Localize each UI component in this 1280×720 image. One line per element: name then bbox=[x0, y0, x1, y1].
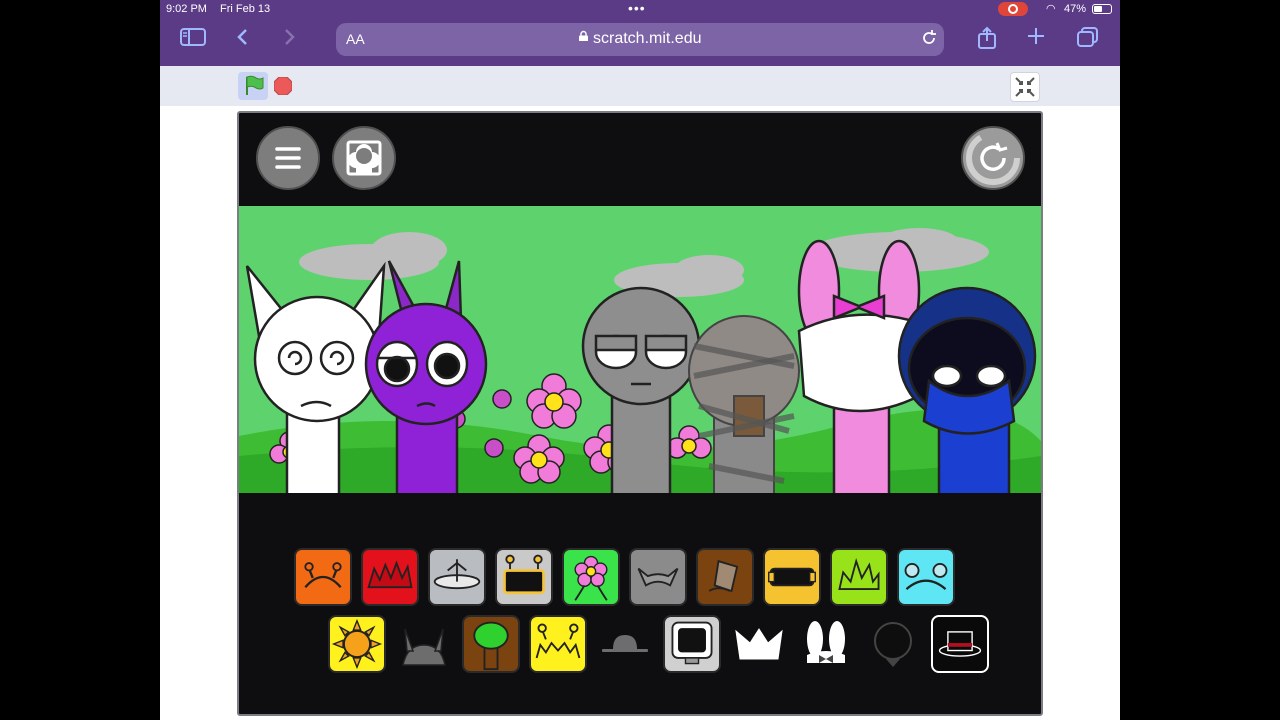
black-bomb-icon[interactable] bbox=[864, 615, 922, 673]
reload-icon[interactable] bbox=[920, 29, 938, 52]
portrait-icon bbox=[346, 140, 382, 176]
ipad-screen: 9:02 PM Fri Feb 13 ••• ◠ 47% AA scratch.… bbox=[160, 0, 1120, 720]
red-spikes-icon[interactable] bbox=[361, 548, 419, 606]
collapse-icon bbox=[1015, 77, 1035, 97]
status-bar: 9:02 PM Fri Feb 13 ••• ◠ 47% bbox=[160, 0, 1120, 18]
character-button[interactable] bbox=[332, 126, 396, 190]
green-flag-icon bbox=[246, 75, 264, 95]
stop-button[interactable] bbox=[274, 77, 292, 95]
menu-button[interactable] bbox=[256, 126, 320, 190]
tree-icon[interactable] bbox=[462, 615, 520, 673]
tabs-overview-icon[interactable] bbox=[1076, 26, 1100, 55]
screen-record-icon bbox=[998, 2, 1028, 16]
battery-icon bbox=[1092, 4, 1112, 14]
reader-aa-button[interactable]: AA bbox=[346, 31, 365, 47]
yellow-antenna-icon[interactable] bbox=[529, 615, 587, 673]
sidebar-icon[interactable] bbox=[180, 26, 206, 55]
cyan-bear-ears-icon[interactable] bbox=[897, 548, 955, 606]
status-time: 9:02 PM bbox=[166, 3, 207, 15]
performance-scene bbox=[239, 206, 1041, 493]
robot-screen-icon[interactable] bbox=[495, 548, 553, 606]
share-icon[interactable] bbox=[976, 26, 998, 57]
reset-icon bbox=[966, 131, 1020, 185]
forward-icon[interactable] bbox=[282, 26, 296, 55]
orange-antenna-icon[interactable] bbox=[294, 548, 352, 606]
scratch-stage[interactable] bbox=[237, 111, 1043, 716]
yellow-visor-icon[interactable] bbox=[763, 548, 821, 606]
address-bar[interactable]: AA scratch.mit.edu bbox=[336, 23, 944, 56]
gray-cat-ears-icon[interactable] bbox=[629, 548, 687, 606]
wifi-icon: ◠ bbox=[1046, 3, 1056, 15]
back-icon[interactable] bbox=[236, 26, 250, 55]
silver-cymbal-icon[interactable] bbox=[428, 548, 486, 606]
url-text: scratch.mit.edu bbox=[593, 30, 702, 47]
scratch-player-controls bbox=[160, 66, 1120, 106]
lock-icon bbox=[579, 30, 588, 41]
sun-icon[interactable] bbox=[328, 615, 386, 673]
green-flag-button[interactable] bbox=[238, 72, 268, 100]
bucket-icon[interactable] bbox=[696, 548, 754, 606]
black-top-hat-icon[interactable] bbox=[931, 615, 989, 673]
flower-icon[interactable] bbox=[562, 548, 620, 606]
computer-icon[interactable] bbox=[663, 615, 721, 673]
viking-horns-icon[interactable] bbox=[395, 615, 453, 673]
exit-fullscreen-button[interactable] bbox=[1010, 72, 1040, 102]
lime-spikes-icon[interactable] bbox=[830, 548, 888, 606]
new-tab-icon[interactable] bbox=[1026, 26, 1046, 53]
safari-toolbar: 9:02 PM Fri Feb 13 ••• ◠ 47% AA scratch.… bbox=[160, 0, 1120, 66]
battery-percent: 47% bbox=[1064, 3, 1087, 15]
white-crown-icon[interactable] bbox=[730, 615, 788, 673]
bowler-hat-icon[interactable] bbox=[596, 615, 654, 673]
hamburger-icon bbox=[275, 147, 301, 169]
status-date: Fri Feb 13 bbox=[220, 3, 271, 15]
bunny-bow-icon[interactable] bbox=[797, 615, 855, 673]
multitask-dots-icon[interactable]: ••• bbox=[628, 0, 646, 16]
reset-button[interactable] bbox=[961, 126, 1025, 190]
